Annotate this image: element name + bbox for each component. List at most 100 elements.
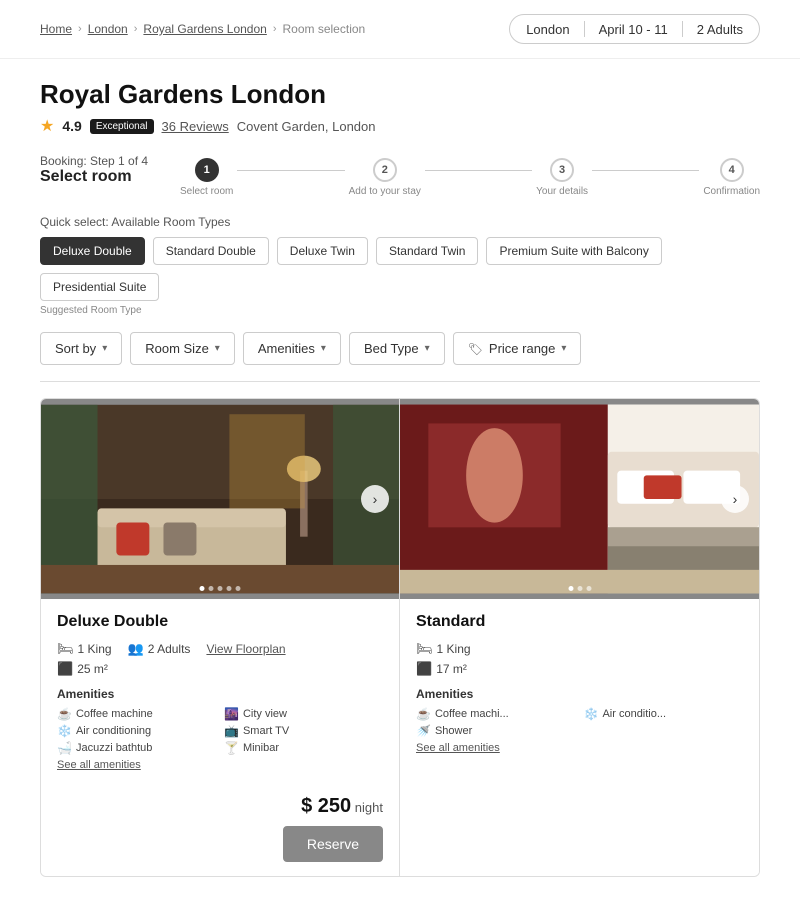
filter-room-size-label: Room Size [145,341,209,356]
floorplan-link-deluxe[interactable]: View Floorplan [206,642,285,656]
bed-icon-std: 🛏 [416,641,433,657]
room-size-label-standard: 17 m² [436,662,467,676]
room-btn-standard-double[interactable]: Standard Double [153,237,269,265]
amenities-section-deluxe: Amenities ☕ Coffee machine 🌆 City view ❄… [57,687,383,771]
coffee-icon: ☕ [57,707,72,721]
amenity-shower-label-std: Shower [435,725,472,737]
filter-amenities[interactable]: Amenities ▾ [243,332,341,365]
tag-icon: 🏷 [468,342,483,356]
room-image-next-deluxe[interactable]: › [361,485,389,513]
room-size-label-deluxe: 25 m² [77,662,108,676]
room-btn-standard-twin[interactable]: Standard Twin [376,237,479,265]
search-guests: 2 Adults [697,22,743,37]
filter-amenities-label: Amenities [258,341,315,356]
room-btn-premium-suite[interactable]: Premium Suite with Balcony [486,237,661,265]
breadcrumb-london[interactable]: London [88,22,128,36]
ac-icon: ❄️ [57,724,72,738]
reviews-link[interactable]: 36 Reviews [162,119,229,134]
breadcrumb-home[interactable]: Home [40,22,72,36]
room-info-deluxe: Deluxe Double 🛏 1 King 👥 2 Adults View F… [41,599,399,785]
suggested-label: Suggested Room Type [40,305,760,316]
room-btn-presidential[interactable]: Presidential Suite [40,273,159,301]
amenity-coffee: ☕ Coffee machine [57,707,216,721]
step-1: 1 Select room [180,158,233,197]
chevron-down-icon-3: ▾ [321,343,326,354]
room-image-standard: › [400,399,759,599]
size-icon-std: ⬛ [416,661,432,677]
amenity-tv-label: Smart TV [243,725,289,737]
room-bed-label-standard: 1 King [437,642,471,656]
size-icon: ⬛ [57,661,73,677]
hotel-location: Covent Garden, London [237,119,376,134]
amenity-ac-std: ❄️ Air conditio... [584,707,744,721]
breadcrumb-current: Room selection [283,22,366,36]
dot-1 [200,586,205,591]
dot-3 [218,586,223,591]
room-meta-deluxe: 🛏 1 King 👥 2 Adults View Floorplan [57,641,383,657]
coffee-icon-std: ☕ [416,707,431,721]
star-icon: ★ [40,116,54,136]
amenities-heading-deluxe: Amenities [57,687,383,701]
step-circle-4: 4 [720,158,744,182]
filter-bed-type[interactable]: Bed Type ▾ [349,332,445,365]
amenity-ac-label: Air conditioning [76,725,151,737]
room-photo-standard [400,399,759,599]
room-footer-deluxe: $ 250 night Reserve [41,785,399,876]
header: Home › London › Royal Gardens London › R… [0,0,800,59]
rating-number: 4.9 [62,118,81,134]
price-per-deluxe: night [355,800,383,815]
filters-bar: Sort by ▾ Room Size ▾ Amenities ▾ Bed Ty… [40,332,760,382]
room-bed-deluxe: 🛏 1 King [57,641,112,657]
amenity-city-view-label: City view [243,708,287,720]
breadcrumb-hotel[interactable]: Royal Gardens London [143,22,266,36]
filter-bed-type-label: Bed Type [364,341,419,356]
room-guests-label-deluxe: 2 Adults [148,642,191,656]
filter-price-range-label: Price range [489,341,555,356]
city-view-icon: 🌆 [224,707,239,721]
breadcrumb-sep-2: › [134,23,138,35]
booking-info: Booking: Step 1 of 4 Select room [40,154,180,186]
room-image-deluxe-double: › [41,399,399,599]
amenity-ac: ❄️ Air conditioning [57,724,216,738]
amenity-minibar-label: Minibar [243,742,279,754]
booking-progress: Booking: Step 1 of 4 Select room 1 Selec… [40,154,760,197]
chevron-down-icon: ▾ [102,343,107,354]
room-image-next-standard[interactable]: › [721,485,749,513]
room-card-deluxe-double: › Deluxe Double 🛏 1 King � [41,399,400,876]
room-btn-deluxe-double[interactable]: Deluxe Double [40,237,145,265]
room-bed-label-deluxe: 1 King [78,642,112,656]
room-info-standard: Standard 🛏 1 King ⬛ 17 m² Amenities ☕ [400,599,759,876]
room-btn-deluxe-twin[interactable]: Deluxe Twin [277,237,368,265]
see-all-amenities-standard[interactable]: See all amenities [416,742,743,754]
dot-s-1 [568,586,573,591]
step-2: 2 Add to your stay [349,158,421,197]
chevron-down-icon-2: ▾ [215,343,220,354]
search-summary[interactable]: London April 10 - 11 2 Adults [509,14,760,44]
amenity-coffee-label: Coffee machine [76,708,153,720]
search-divider-2 [682,21,683,37]
step-label-2: Add to your stay [349,186,421,197]
breadcrumb-sep-1: › [78,23,82,35]
amenity-jacuzzi-label: Jacuzzi bathtub [76,742,152,754]
main-content: Royal Gardens London ★ 4.9 Exceptional 3… [0,59,800,897]
amenity-ac-label-std: Air conditio... [602,708,666,720]
amenity-coffee-label-std: Coffee machi... [435,708,509,720]
amenity-shower-std: 🚿 Shower [416,724,576,738]
amenity-minibar: 🍸 Minibar [224,741,383,755]
chevron-down-icon-4: ▾ [425,343,430,354]
room-bed-standard: 🛏 1 King [416,641,471,657]
reserve-button-deluxe[interactable]: Reserve [283,826,383,862]
minibar-icon: 🍸 [224,741,239,755]
room-photo-deluxe [41,399,399,599]
filter-price-range[interactable]: 🏷 Price range ▾ [453,332,582,365]
room-size-deluxe: ⬛ 25 m² [57,661,383,677]
filter-room-size[interactable]: Room Size ▾ [130,332,235,365]
filter-sort-by[interactable]: Sort by ▾ [40,332,122,365]
room-meta-standard: 🛏 1 King [416,641,743,657]
see-all-amenities-deluxe[interactable]: See all amenities [57,759,383,771]
step-line-1 [237,170,344,171]
step-line-3 [592,170,699,171]
ac-icon-std: ❄️ [584,707,599,721]
breadcrumb: Home › London › Royal Gardens London › R… [40,22,365,36]
step-line-2 [425,170,532,171]
